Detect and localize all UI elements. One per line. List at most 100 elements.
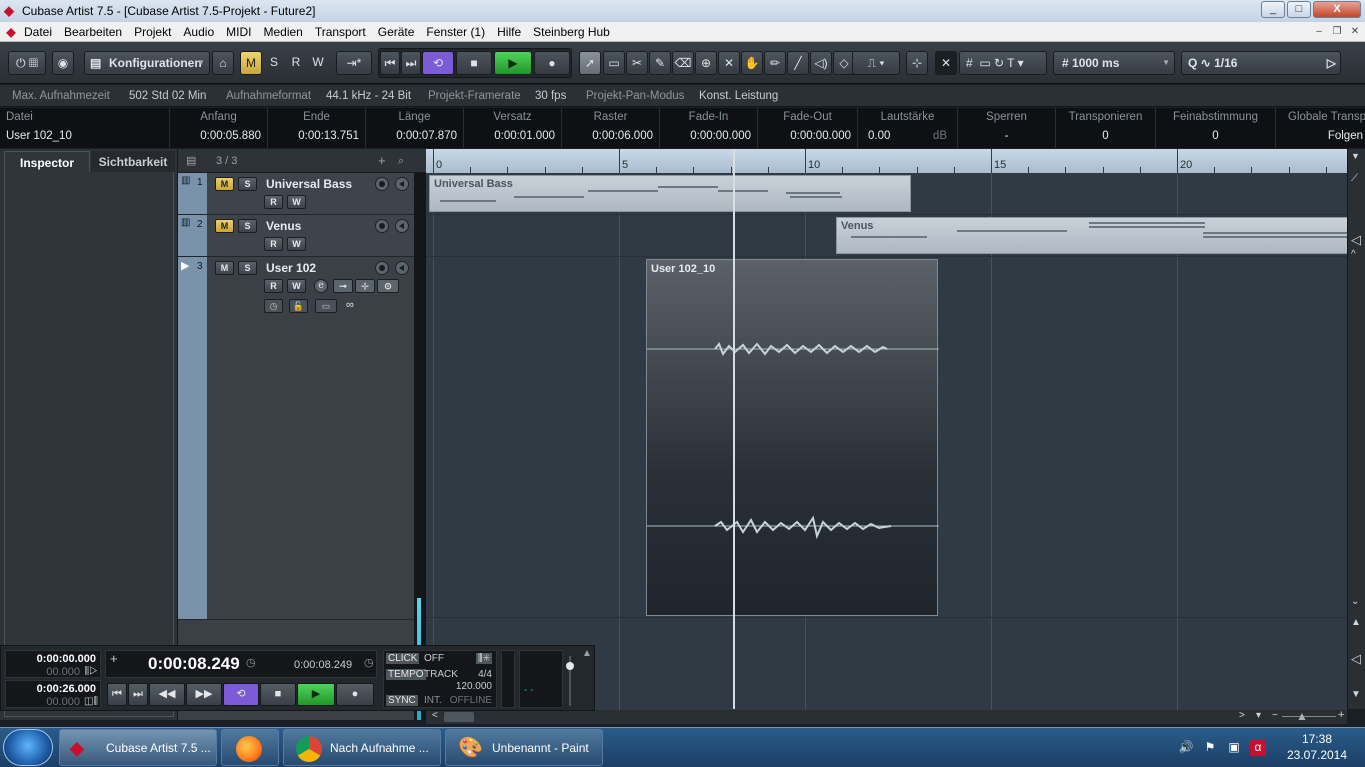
solo-button[interactable]: S: [238, 177, 257, 191]
timebase-icon[interactable]: ◷: [264, 299, 283, 313]
constrain-delay-icon[interactable]: ◉: [52, 51, 74, 75]
go-to-start-icon[interactable]: ⏮: [380, 51, 400, 75]
draw-tool-icon[interactable]: ✏: [764, 51, 786, 75]
track-list-menu-icon[interactable]: ▤: [186, 149, 196, 173]
task-paint[interactable]: 🎨 Unbenannt - Paint: [445, 729, 603, 766]
mdi-minimize-icon[interactable]: –: [1311, 25, 1327, 39]
mute-mode-button[interactable]: M: [240, 51, 262, 75]
zoom-in-icon[interactable]: ◁: [1351, 232, 1361, 248]
write-mode-button[interactable]: W: [308, 51, 328, 75]
solo-mode-button[interactable]: S: [264, 51, 284, 75]
glue-tool-icon[interactable]: ✎: [649, 51, 671, 75]
nudge-plus-icon[interactable]: +: [110, 651, 118, 666]
info-fade-in[interactable]: Fade-In 0:00:00.000: [660, 108, 758, 148]
max-rec-value[interactable]: 502 Std 02 Min: [129, 85, 206, 107]
monitor-icon[interactable]: [395, 219, 409, 233]
info-finetune[interactable]: Feinabstimmung 0: [1156, 108, 1276, 148]
info-start[interactable]: Anfang 0:00:05.880: [170, 108, 268, 148]
read-automation-button[interactable]: R: [264, 195, 283, 209]
zoom-in-icon[interactable]: +: [1338, 709, 1344, 721]
scroll-up-icon[interactable]: ▲: [1351, 617, 1361, 628]
track-name[interactable]: Universal Bass: [266, 177, 352, 191]
mute-button[interactable]: M: [215, 219, 234, 233]
menu-geraete[interactable]: Geräte: [372, 22, 421, 42]
menu-fenster[interactable]: Fenster (1): [420, 22, 491, 42]
cycle-button[interactable]: ⟲: [223, 683, 259, 706]
snap-type-dropdown[interactable]: # ▭ ↻ T ▾: [959, 51, 1047, 75]
stop-button[interactable]: ■: [260, 683, 296, 706]
framerate-value[interactable]: 30 fps: [535, 85, 566, 107]
output-level-slider[interactable]: [565, 650, 575, 708]
zoom-slider-icon[interactable]: ⟋: [1351, 173, 1358, 184]
info-end[interactable]: Ende 0:00:13.751: [268, 108, 366, 148]
tempo-bpm[interactable]: 120.000: [456, 681, 492, 692]
write-automation-button[interactable]: W: [287, 279, 306, 293]
read-automation-button[interactable]: R: [264, 237, 283, 251]
time-signature[interactable]: 4/4: [478, 669, 492, 680]
primary-time-display[interactable]: + 0:00:08.249 ◷ 0:00:08.249 ◷: [105, 650, 377, 678]
mute-tool-icon[interactable]: ✕: [718, 51, 740, 75]
scroll-down-icon[interactable]: ▼: [1351, 689, 1361, 700]
add-track-icon[interactable]: +: [378, 149, 386, 173]
info-file[interactable]: Datei User 102_10: [0, 108, 170, 148]
scroll-up-icon[interactable]: ^: [1351, 249, 1356, 260]
click-button[interactable]: CLICK: [386, 653, 420, 664]
info-offset[interactable]: Versatz 0:00:01.000: [464, 108, 562, 148]
auto-scroll-button[interactable]: ⇥*: [336, 51, 372, 75]
go-to-start-icon[interactable]: ⏮: [107, 683, 127, 706]
monitor-icon[interactable]: [395, 177, 409, 191]
go-to-end-icon[interactable]: ⏭: [401, 51, 421, 75]
click-settings-icon[interactable]: ⫼✳: [476, 653, 493, 664]
rewind-icon[interactable]: ◀◀: [149, 683, 185, 706]
maximize-button[interactable]: □: [1287, 1, 1311, 18]
zoom-slider-thumb[interactable]: ▲: [1296, 709, 1308, 723]
network-icon[interactable]: ▣: [1226, 740, 1242, 756]
mute-button[interactable]: M: [215, 177, 234, 191]
track-name[interactable]: Venus: [266, 219, 301, 233]
time-format-icon[interactable]: ◷: [364, 656, 374, 669]
object-selection-tool[interactable]: ➚: [579, 51, 601, 75]
lock-icon[interactable]: 🔓: [289, 299, 308, 313]
record-enable-icon[interactable]: [375, 261, 389, 275]
format-value[interactable]: 44.1 kHz - 24 Bit: [326, 85, 411, 107]
zoom-tool-icon[interactable]: ⊕: [695, 51, 717, 75]
go-to-end-icon[interactable]: ⏭: [128, 683, 148, 706]
task-chrome[interactable]: Nach Aufnahme ...: [283, 729, 441, 766]
menu-bearbeiten[interactable]: Bearbeiten: [58, 22, 128, 42]
info-transpose[interactable]: Transponieren 0: [1056, 108, 1156, 148]
system-clock[interactable]: 17:38 23.07.2014: [1277, 731, 1357, 763]
audio-event-user-102-10[interactable]: User 102_10: [646, 259, 939, 616]
hand-tool-icon[interactable]: ✋: [741, 51, 763, 75]
zoom-out-icon[interactable]: −: [1272, 710, 1278, 721]
right-locator-icon[interactable]: ◫⫼: [84, 696, 98, 707]
scroll-down-icon[interactable]: ⌄: [1351, 596, 1359, 607]
left-locator-display[interactable]: 0:00:00.000 00.000 ⫼▷: [5, 650, 101, 678]
play-tool-icon[interactable]: ◁): [810, 51, 832, 75]
menu-transport[interactable]: Transport: [309, 22, 372, 42]
scroll-left-icon[interactable]: <: [432, 710, 438, 721]
auto-select-icon[interactable]: ✕: [935, 51, 957, 75]
play-button[interactable]: ▶: [494, 51, 532, 75]
info-fade-out[interactable]: Fade-Out 0:00:00.000: [758, 108, 858, 148]
slider-thumb[interactable]: [566, 662, 574, 670]
read-automation-button[interactable]: R: [264, 279, 283, 293]
search-track-icon[interactable]: ⌕: [398, 149, 404, 173]
activate-project-button[interactable]: ⏻ ▦: [8, 51, 46, 75]
write-automation-button[interactable]: W: [287, 195, 306, 209]
task-firefox[interactable]: [221, 729, 279, 766]
horizontal-scrollbar[interactable]: < > ▾ − ▲ +: [426, 709, 1347, 724]
action-center-flag-icon[interactable]: ⚑: [1202, 740, 1218, 756]
link-icon[interactable]: ∞: [346, 299, 354, 311]
mdi-restore-icon[interactable]: ❐: [1329, 25, 1345, 39]
record-button[interactable]: ●: [336, 683, 374, 706]
edit-channel-button[interactable]: e: [314, 279, 328, 293]
menu-projekt[interactable]: Projekt: [128, 22, 177, 42]
track-venus[interactable]: ▥ 2 M S Venus R W: [178, 215, 414, 257]
start-button[interactable]: [3, 729, 53, 766]
read-mode-button[interactable]: R: [286, 51, 306, 75]
vertical-zoom-scroll[interactable]: ▼ ⟋ ◁ ^ ⌄ ▲ ◁ ▼: [1347, 149, 1365, 709]
info-snap[interactable]: Raster 0:00:06.000: [562, 108, 660, 148]
info-lock[interactable]: Sperren -: [958, 108, 1056, 148]
record-enable-icon[interactable]: [375, 219, 389, 233]
minimize-button[interactable]: _: [1261, 1, 1285, 18]
